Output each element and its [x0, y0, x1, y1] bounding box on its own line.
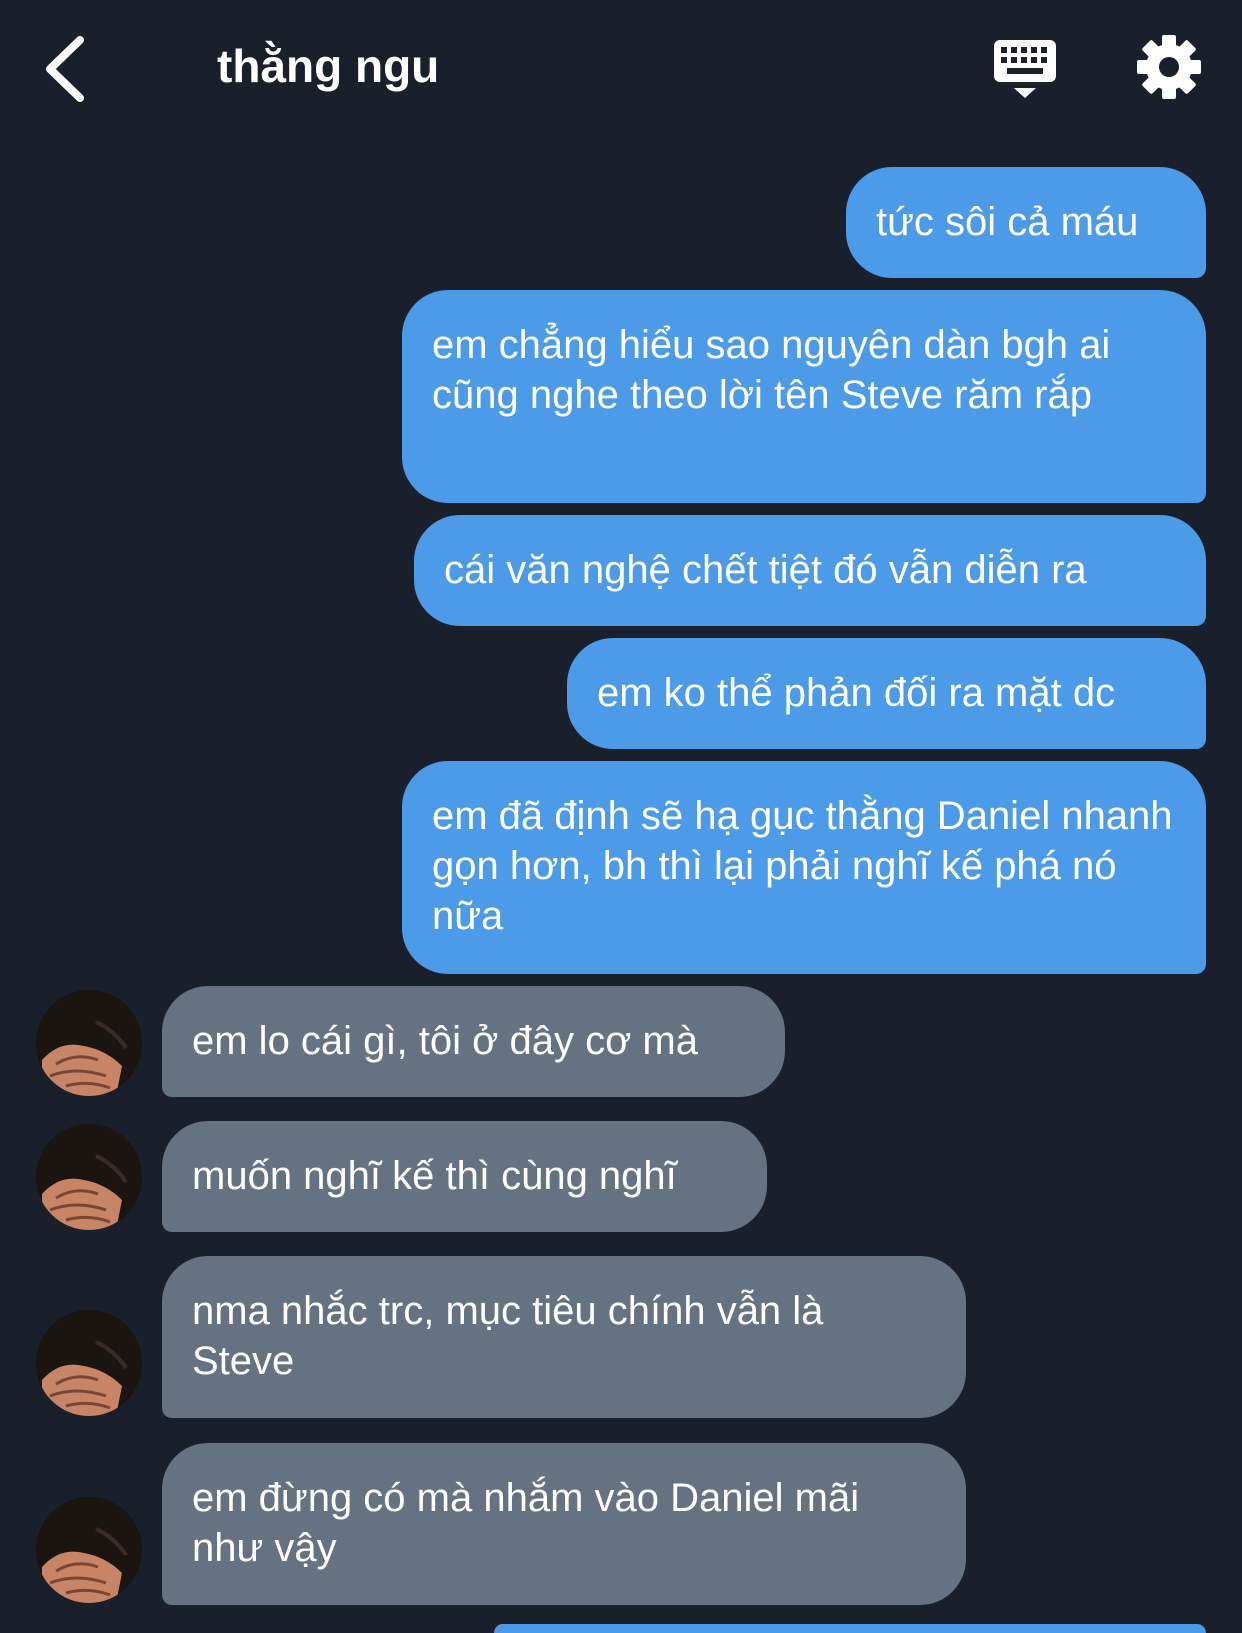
message-text: tức sôi cả máu — [876, 200, 1139, 244]
message-text: em đừng có mà nhắm vào Daniel mãi như vậ… — [192, 1476, 860, 1570]
contact-avatar[interactable] — [36, 990, 142, 1096]
message-bubble-sent[interactable]: em chẳng hiểu sao nguyên dàn bgh ai cũng… — [402, 290, 1206, 503]
message-bubble-sent[interactable]: em đã định sẽ hạ gục thằng Daniel nhanh … — [402, 761, 1206, 974]
message-bubble-received[interactable]: em đừng có mà nhắm vào Daniel mãi như vậ… — [162, 1443, 966, 1605]
message-text: em đã định sẽ hạ gục thằng Daniel nhanh … — [432, 794, 1173, 938]
contact-avatar[interactable] — [36, 1310, 142, 1416]
message-bubble-sent[interactable]: cái văn nghệ chết tiệt đó vẫn diễn ra — [414, 515, 1206, 626]
message-text: nma nhắc trc, mục tiêu chính vẫn là Stev… — [192, 1289, 824, 1383]
message-text: em lo cái gì, tôi ở đây cơ mà — [192, 1019, 698, 1063]
message-text: muốn nghĩ kế thì cùng nghĩ — [192, 1154, 677, 1198]
message-bubble-sent[interactable]: em ko thể phản đối ra mặt dc — [567, 638, 1206, 749]
message-bubble-sent-partial[interactable] — [494, 1624, 1206, 1633]
message-bubble-received[interactable]: nma nhắc trc, mục tiêu chính vẫn là Stev… — [162, 1256, 966, 1418]
message-text: em ko thể phản đối ra mặt dc — [597, 671, 1116, 715]
contact-avatar[interactable] — [36, 1124, 142, 1230]
message-bubble-received[interactable]: em lo cái gì, tôi ở đây cơ mà — [162, 986, 785, 1097]
contact-avatar[interactable] — [36, 1497, 142, 1603]
message-bubble-received[interactable]: muốn nghĩ kế thì cùng nghĩ — [162, 1121, 767, 1232]
message-list[interactable]: tức sôi cả máu em chẳng hiểu sao nguyên … — [0, 0, 1242, 1633]
message-text: cái văn nghệ chết tiệt đó vẫn diễn ra — [444, 548, 1087, 592]
message-bubble-sent[interactable]: tức sôi cả máu — [846, 167, 1206, 278]
message-text: em chẳng hiểu sao nguyên dàn bgh ai cũng… — [432, 323, 1111, 417]
